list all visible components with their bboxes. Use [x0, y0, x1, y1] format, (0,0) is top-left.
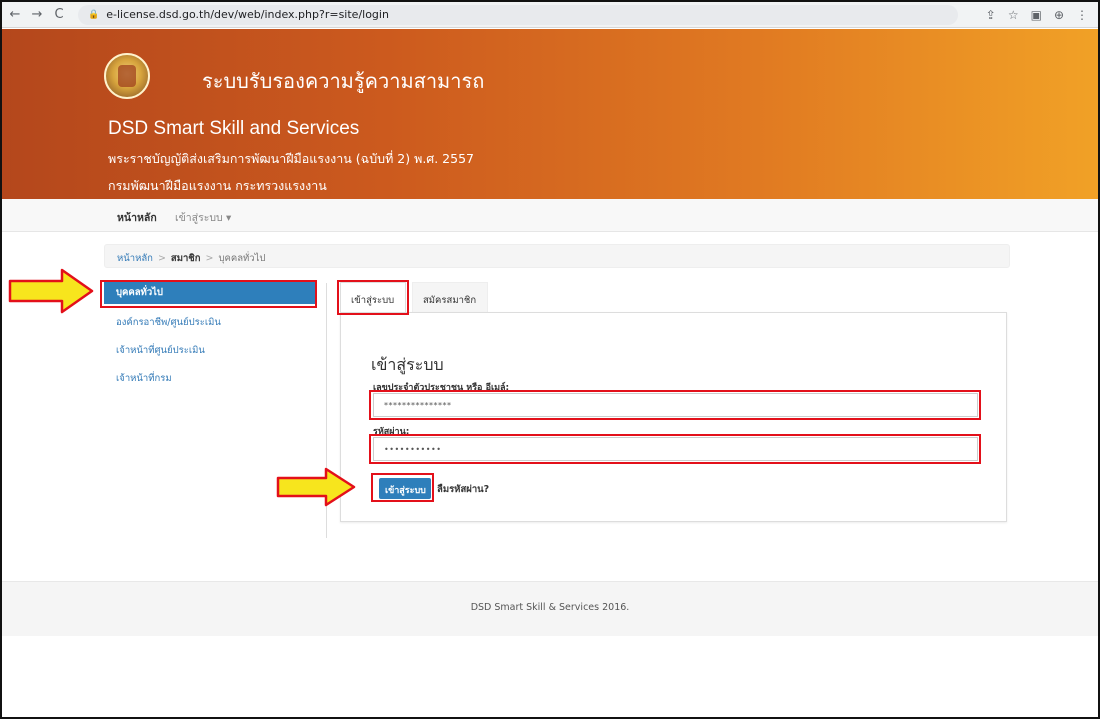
bookmark-star-icon[interactable]: ☆ — [1008, 8, 1019, 22]
breadcrumb: หน้าหลัก > สมาชิก > บุคคลทั่วไป — [104, 244, 1010, 268]
highlight-login-tab — [337, 280, 409, 315]
forward-icon[interactable]: → — [28, 7, 46, 22]
footer-copyright: DSD Smart Skill & Services 2016. — [470, 602, 630, 613]
back-icon[interactable]: ← — [6, 7, 24, 22]
lock-icon: 🔒 — [88, 9, 100, 20]
breadcrumb-separator: > — [157, 253, 166, 264]
nav-home-link[interactable]: หน้าหลัก — [117, 209, 157, 226]
browser-actions: ⇪ ☆ ▣ ⊕ ⋮ — [986, 8, 1088, 22]
share-icon[interactable]: ⇪ — [986, 8, 996, 22]
reload-icon[interactable]: C — [50, 7, 68, 22]
dsd-seal-logo — [104, 53, 150, 99]
menu-kebab-icon[interactable]: ⋮ — [1076, 8, 1088, 22]
forgot-password-link[interactable]: ลืมรหัสผ่าน? — [437, 482, 489, 497]
sidebar-item-center-staff[interactable]: เจ้าหน้าที่ศูนย์ประเมิน — [104, 338, 316, 360]
site-header: ระบบรับรองความรู้ความสามารถ DSD Smart Sk… — [2, 29, 1098, 199]
sidebar-item-organization[interactable]: องค์กรอาชีพ/ศูนย์ประเมิน — [104, 310, 316, 332]
nav-login-dropdown[interactable]: เข้าสู่ระบบ ▾ — [175, 209, 231, 226]
login-heading: เข้าสู่ระบบ — [371, 355, 444, 374]
highlight-password-field — [369, 434, 981, 464]
department-name: กรมพัฒนาฝีมือแรงงาน กระทรวงแรงงาน — [108, 178, 327, 193]
site-footer: DSD Smart Skill & Services 2016. — [2, 581, 1098, 636]
url-text: e-license.dsd.go.th/dev/web/index.php?r=… — [106, 8, 389, 21]
breadcrumb-home[interactable]: หน้าหลัก — [117, 253, 153, 264]
sidepanel-icon[interactable]: ▣ — [1031, 8, 1042, 22]
site-subtitle: พระราชบัญญัติส่งเสริมการพัฒนาฝีมือแรงงาน… — [108, 151, 474, 166]
tab-register[interactable]: สมัครสมาชิก — [412, 282, 488, 313]
site-title-english: DSD Smart Skill and Services — [108, 118, 360, 139]
pointer-arrow-sidebar-icon — [8, 268, 94, 314]
breadcrumb-separator: > — [205, 253, 214, 264]
pointer-arrow-button-icon — [276, 467, 356, 507]
highlight-id-field — [369, 390, 981, 420]
site-title-thai: ระบบรับรองความรู้ความสามารถ — [202, 69, 485, 93]
top-navigation: หน้าหลัก เข้าสู่ระบบ ▾ — [2, 199, 1098, 232]
sidebar-item-department-staff[interactable]: เจ้าหน้าที่กรม — [104, 366, 316, 388]
browser-toolbar: ← → C 🔒 e-license.dsd.go.th/dev/web/inde… — [2, 2, 1098, 28]
extension-icon[interactable]: ⊕ — [1054, 8, 1064, 22]
address-bar[interactable]: 🔒 e-license.dsd.go.th/dev/web/index.php?… — [78, 4, 958, 25]
highlight-login-button — [371, 473, 434, 502]
breadcrumb-member[interactable]: สมาชิก — [171, 253, 201, 264]
breadcrumb-current: บุคคลทั่วไป — [218, 253, 266, 264]
highlight-general-public — [100, 280, 317, 308]
